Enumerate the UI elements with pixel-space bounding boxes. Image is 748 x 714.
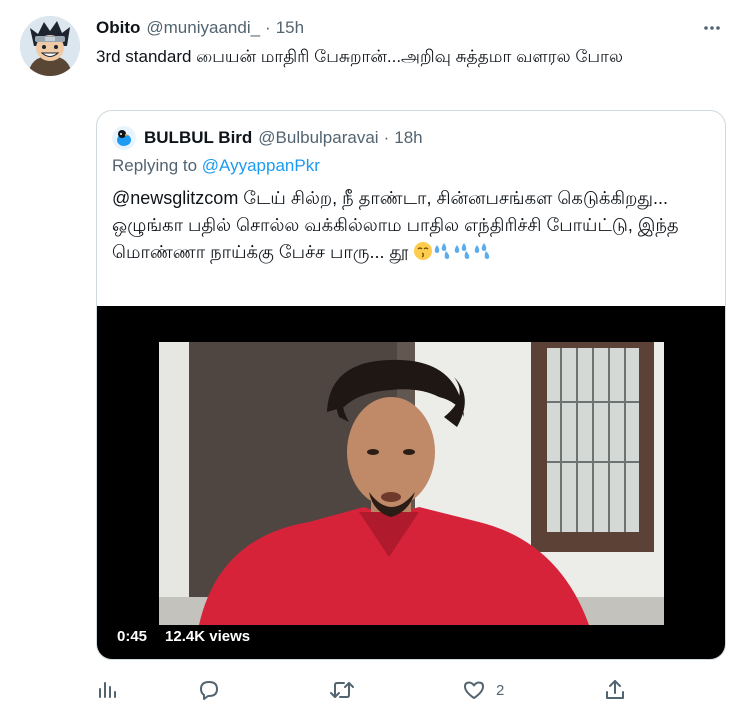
user-handle[interactable]: @muniyaandi_ (146, 18, 260, 38)
quoted-avatar (112, 126, 136, 150)
tweet-text: 3rd standard பையன் மாதிரி பேசுறான்...அறி… (96, 47, 624, 66)
share-icon (606, 680, 624, 699)
video-duration: 0:45 (111, 625, 154, 649)
sweat-droplets-icon (473, 241, 493, 261)
quoted-separator-dot: · (383, 128, 390, 147)
analytics-button[interactable] (96, 676, 118, 704)
video-meta: 0:45 12.4K views (111, 625, 257, 649)
more-dots-icon (704, 26, 720, 30)
quoted-text-body: @newsglitzcom டேய் சில்ற, நீ தாண்டா, சின… (112, 188, 679, 262)
sweat-droplets-icon (453, 241, 473, 261)
kissing-face-icon (413, 241, 433, 261)
replying-to: Replying to @AyyappanPkr (112, 156, 320, 176)
replying-prefix: Replying to (112, 156, 198, 175)
quoted-header: BULBUL Bird @Bulbulparavai · 18h (112, 125, 710, 151)
heart-icon (464, 681, 484, 699)
more-options-button[interactable] (698, 16, 726, 40)
like-count: 2 (496, 681, 505, 699)
tweet-timestamp[interactable]: 15h (276, 18, 304, 38)
replying-to-mention[interactable]: @AyyappanPkr (202, 156, 320, 175)
quoted-display-name: BULBUL Bird (144, 128, 253, 147)
avatar-image (20, 16, 80, 76)
video-views: 12.4K views (159, 625, 257, 649)
action-bar: 2 (96, 676, 636, 704)
tweet[interactable]: Obito @muniyaandi_ · 15h 3rd standard பை… (0, 0, 748, 714)
video-player[interactable]: 0:45 12.4K views (97, 306, 725, 659)
reply-icon (200, 681, 218, 700)
retweet-button[interactable] (329, 676, 355, 704)
retweet-icon (330, 682, 354, 698)
bulbul-logo-icon (112, 126, 136, 150)
quoted-text: @newsglitzcom டேய் சில்ற, நீ தாண்டா, சின… (112, 185, 712, 266)
tweet-header: Obito @muniyaandi_ · 15h (96, 16, 728, 40)
quoted-timestamp: 18h (394, 128, 423, 147)
reply-button[interactable] (197, 676, 221, 704)
like-button[interactable]: 2 (462, 676, 504, 704)
analytics-icon (99, 682, 116, 698)
sweat-droplets-icon (433, 241, 453, 261)
share-button[interactable] (604, 676, 626, 704)
video-thumbnail (159, 342, 664, 625)
separator-dot: · (265, 18, 271, 37)
quoted-handle: @Bulbulparavai (258, 128, 379, 147)
avatar[interactable] (20, 16, 80, 76)
display-name[interactable]: Obito (96, 18, 140, 38)
quoted-tweet[interactable]: BULBUL Bird @Bulbulparavai · 18h Replyin… (96, 110, 726, 660)
